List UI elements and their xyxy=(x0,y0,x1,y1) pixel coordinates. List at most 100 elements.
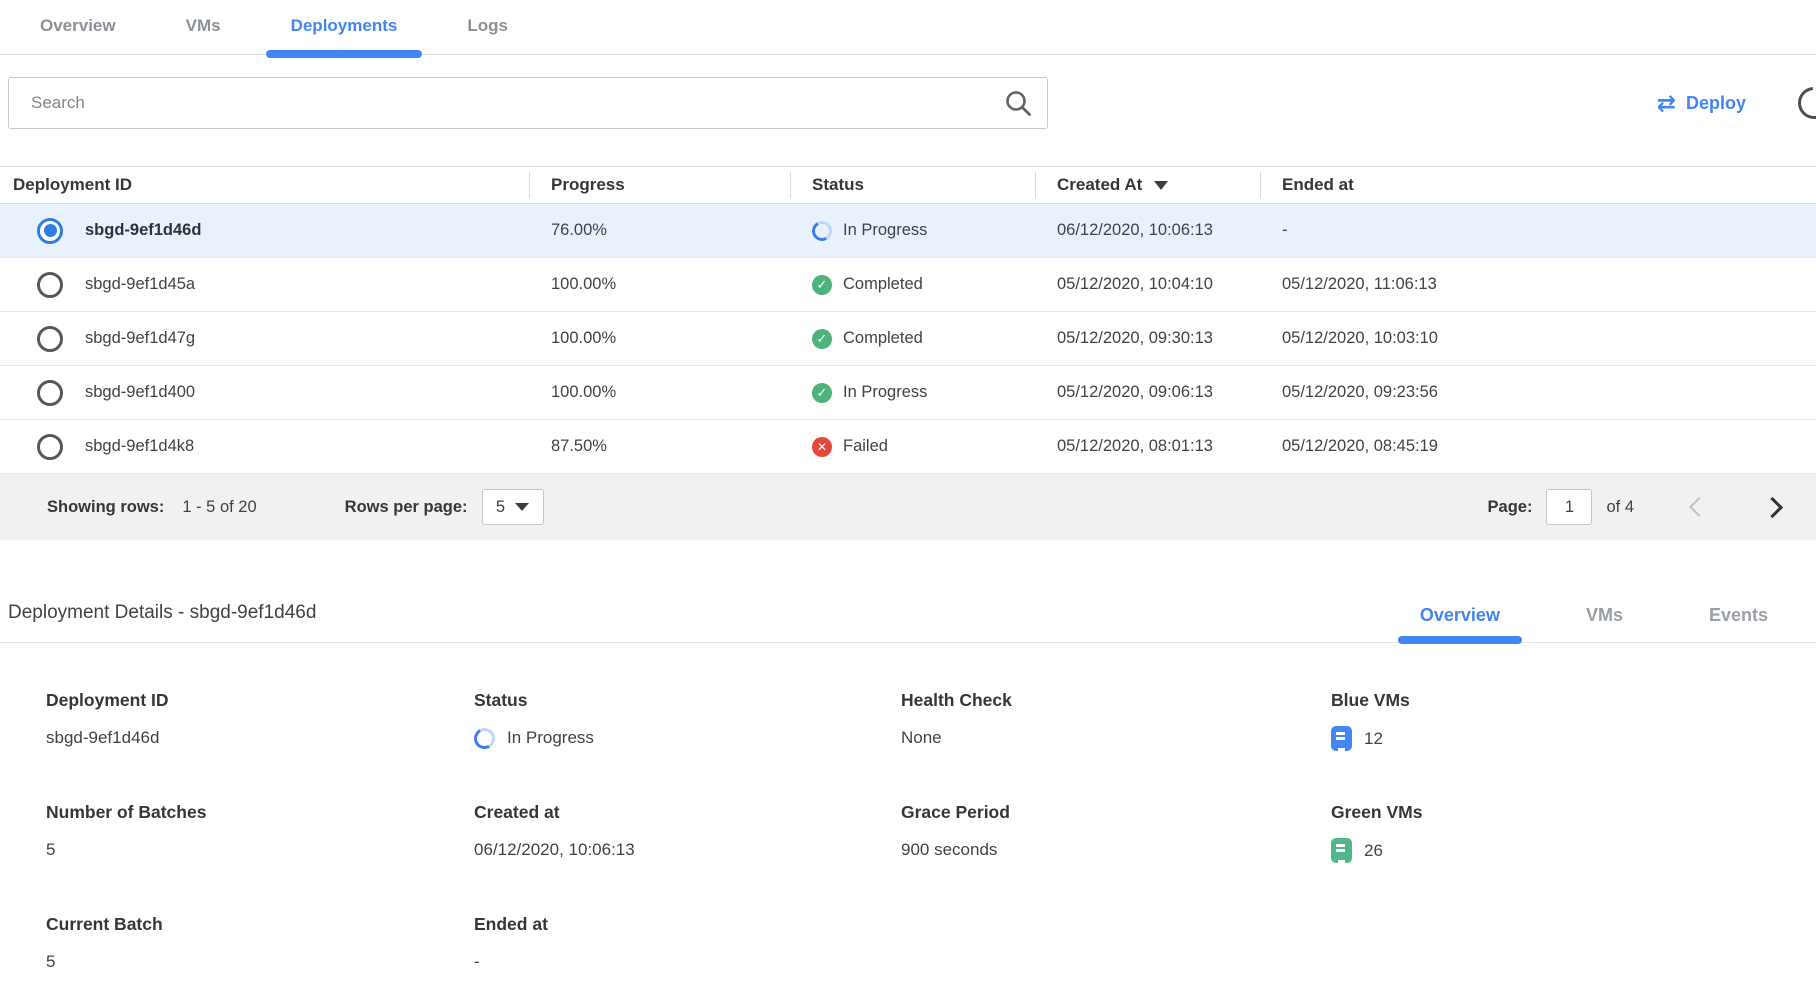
next-page-icon[interactable] xyxy=(1760,492,1790,522)
row-radio[interactable] xyxy=(37,272,63,298)
top-tab-bar: Overview VMs Deployments Logs xyxy=(0,0,1816,55)
column-header-ended-at[interactable]: Ended at xyxy=(1260,167,1816,203)
status-label: In Progress xyxy=(843,221,927,240)
progress-value: 100.00% xyxy=(529,329,790,348)
created-at-value: 05/12/2020, 10:04:10 xyxy=(1035,275,1260,294)
pages-total: of 4 xyxy=(1606,498,1634,517)
table-footer: Showing rows: 1 - 5 of 20 Rows per page:… xyxy=(0,474,1816,540)
details-title: Deployment Details - sbgd-9ef1d46d xyxy=(0,602,316,642)
status-failed-icon xyxy=(812,437,832,457)
ended-at-value: 05/12/2020, 09:23:56 xyxy=(1260,383,1816,402)
row-radio-selected[interactable] xyxy=(37,218,63,244)
row-radio[interactable] xyxy=(37,434,63,460)
field-label: Health Check xyxy=(901,689,1331,711)
field-label: Green VMs xyxy=(1331,801,1816,823)
field-value: 5 xyxy=(46,950,474,974)
chevron-down-icon xyxy=(515,503,529,511)
ended-at-value: 05/12/2020, 11:06:13 xyxy=(1260,275,1816,294)
status-label: Completed xyxy=(843,275,923,294)
rows-per-page-select[interactable]: 5 xyxy=(482,489,544,525)
column-header-created-at[interactable]: Created At xyxy=(1035,167,1260,203)
green-vm-icon xyxy=(1331,838,1352,863)
search-input[interactable] xyxy=(8,77,1048,129)
tab-logs[interactable]: Logs xyxy=(442,16,533,54)
field-grace-period: Grace Period 900 seconds xyxy=(901,801,1331,863)
details-tab-bar: Overview VMs Events xyxy=(1398,605,1816,642)
toolbar: ⇄ Deploy xyxy=(0,77,1816,129)
details-tab-overview[interactable]: Overview xyxy=(1398,605,1522,642)
deployments-page: Overview VMs Deployments Logs ⇄ Deploy D… xyxy=(0,0,1816,992)
field-blue-vms: Blue VMs 12 xyxy=(1331,689,1816,751)
status-completed-icon xyxy=(812,275,832,295)
column-header-created-at-label: Created At xyxy=(1057,175,1142,195)
page-number-input[interactable] xyxy=(1546,489,1592,525)
table-row[interactable]: sbgd-9ef1d400 100.00% In Progress 05/12/… xyxy=(0,366,1816,420)
status-label: Failed xyxy=(843,437,888,456)
deploy-button-label: Deploy xyxy=(1686,93,1746,114)
previous-page-icon[interactable] xyxy=(1682,492,1712,522)
field-label: Status xyxy=(474,689,901,711)
field-current-batch: Current Batch 5 xyxy=(46,913,474,974)
row-radio[interactable] xyxy=(37,326,63,352)
pagination: Page: of 4 xyxy=(1488,489,1816,525)
field-label: Grace Period xyxy=(901,801,1331,823)
field-status: Status In Progress xyxy=(474,689,901,751)
toolbar-actions: ⇄ Deploy xyxy=(1657,87,1816,119)
deployment-id: sbgd-9ef1d46d xyxy=(85,221,201,240)
progress-value: 76.00% xyxy=(529,221,790,240)
details-grid: Deployment ID sbgd-9ef1d46d Status In Pr… xyxy=(0,643,1816,992)
field-label: Created at xyxy=(474,801,901,823)
field-label: Blue VMs xyxy=(1331,689,1816,711)
ended-at-value: 05/12/2020, 08:45:19 xyxy=(1260,437,1816,456)
tab-vms[interactable]: VMs xyxy=(161,16,246,54)
table-row[interactable]: sbgd-9ef1d4k8 87.50% Failed 05/12/2020, … xyxy=(0,420,1816,474)
deployment-id: sbgd-9ef1d400 xyxy=(85,383,195,402)
progress-value: 100.00% xyxy=(529,383,790,402)
table-row[interactable]: sbgd-9ef1d45a 100.00% Completed 05/12/20… xyxy=(0,258,1816,312)
tab-overview[interactable]: Overview xyxy=(15,16,141,54)
table-row[interactable]: sbgd-9ef1d47g 100.00% Completed 05/12/20… xyxy=(0,312,1816,366)
blue-vm-icon xyxy=(1331,726,1352,751)
search-icon xyxy=(1004,89,1032,117)
tab-deployments[interactable]: Deployments xyxy=(266,16,423,54)
search-box xyxy=(8,77,1048,129)
deploy-button[interactable]: ⇄ Deploy xyxy=(1657,92,1746,115)
field-value: 26 xyxy=(1364,839,1383,863)
table-header-row: Deployment ID Progress Status Created At… xyxy=(0,167,1816,204)
field-green-vms: Green VMs 26 xyxy=(1331,801,1816,863)
status-in-progress-icon xyxy=(472,725,498,751)
refresh-icon[interactable] xyxy=(1791,80,1816,125)
field-created-at: Created at 06/12/2020, 10:06:13 xyxy=(474,801,901,863)
column-header-progress[interactable]: Progress xyxy=(529,167,790,203)
field-label: Deployment ID xyxy=(46,689,474,711)
field-value: sbgd-9ef1d46d xyxy=(46,726,474,750)
field-label: Current Batch xyxy=(46,913,474,935)
field-value: 5 xyxy=(46,838,474,862)
showing-rows-value: 1 - 5 of 20 xyxy=(182,498,256,517)
rows-per-page-value: 5 xyxy=(496,498,505,517)
field-ended-at: Ended at - xyxy=(474,913,901,974)
details-header: Deployment Details - sbgd-9ef1d46d Overv… xyxy=(0,602,1816,643)
sort-desc-icon xyxy=(1154,181,1168,190)
progress-value: 100.00% xyxy=(529,275,790,294)
ended-at-value: 05/12/2020, 10:03:10 xyxy=(1260,329,1816,348)
deployment-id: sbgd-9ef1d45a xyxy=(85,275,195,294)
details-tab-events[interactable]: Events xyxy=(1687,605,1790,642)
progress-value: 87.50% xyxy=(529,437,790,456)
details-tab-vms[interactable]: VMs xyxy=(1564,605,1645,642)
field-value: - xyxy=(474,950,901,974)
field-deployment-id: Deployment ID sbgd-9ef1d46d xyxy=(46,689,474,751)
created-at-value: 05/12/2020, 09:30:13 xyxy=(1035,329,1260,348)
field-value: 12 xyxy=(1364,727,1383,751)
deployment-id: sbgd-9ef1d4k8 xyxy=(85,437,194,456)
column-header-deployment-id[interactable]: Deployment ID xyxy=(0,167,529,203)
column-header-status[interactable]: Status xyxy=(790,167,1035,203)
field-value: None xyxy=(901,726,1331,750)
status-completed-icon xyxy=(812,383,832,403)
row-radio[interactable] xyxy=(37,380,63,406)
field-value: 06/12/2020, 10:06:13 xyxy=(474,838,901,862)
rows-per-page-label: Rows per page: xyxy=(345,498,468,517)
swap-arrows-icon: ⇄ xyxy=(1657,92,1676,115)
table-row[interactable]: sbgd-9ef1d46d 76.00% In Progress 06/12/2… xyxy=(0,204,1816,258)
status-completed-icon xyxy=(812,329,832,349)
